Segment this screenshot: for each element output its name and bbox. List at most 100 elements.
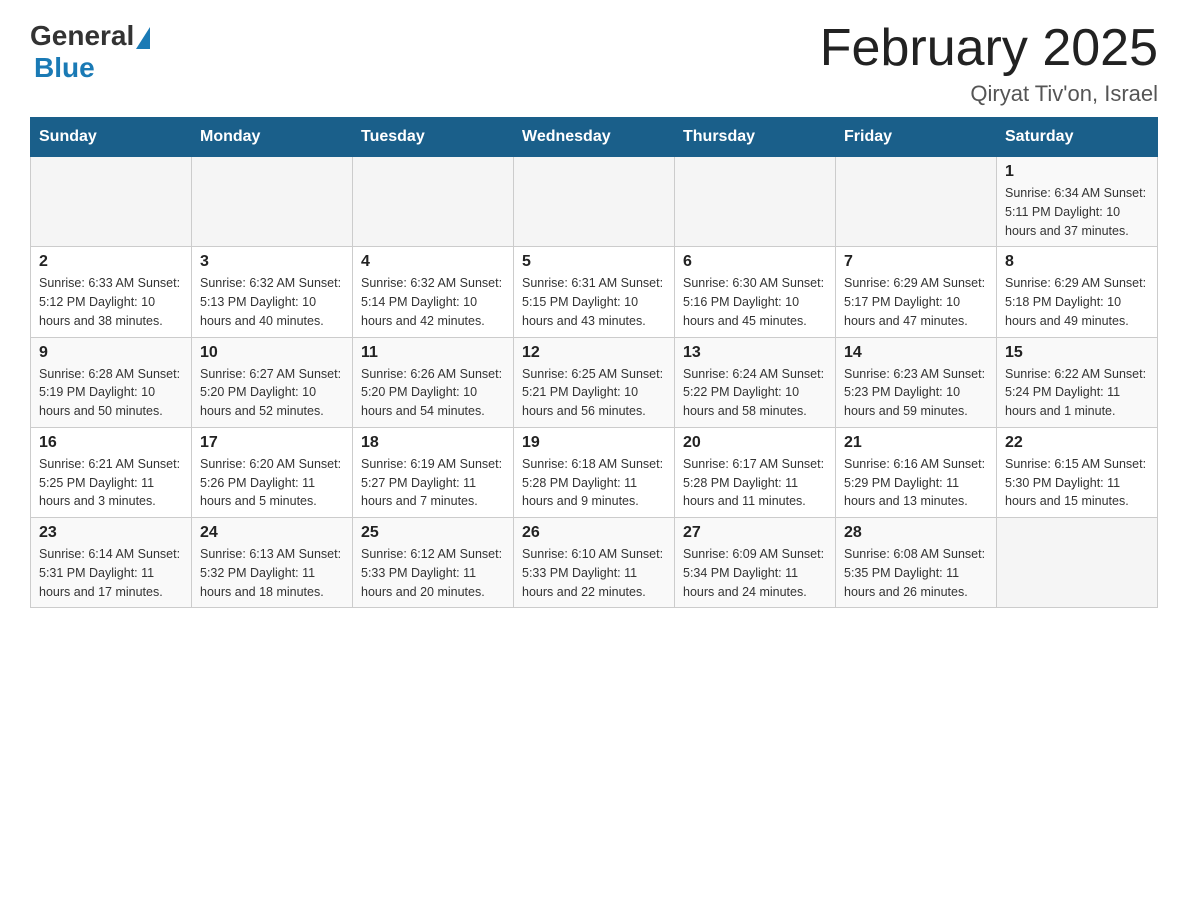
day-info: Sunrise: 6:26 AM Sunset: 5:20 PM Dayligh… [361, 365, 505, 421]
calendar-subtitle: Qiryat Tiv'on, Israel [820, 81, 1158, 107]
day-info: Sunrise: 6:21 AM Sunset: 5:25 PM Dayligh… [39, 455, 183, 511]
calendar-week-4: 16 Sunrise: 6:21 AM Sunset: 5:25 PM Dayli… [31, 427, 1158, 517]
title-area: February 2025 Qiryat Tiv'on, Israel [820, 20, 1158, 107]
calendar-week-5: 23 Sunrise: 6:14 AM Sunset: 5:31 PM Dayli… [31, 518, 1158, 608]
calendar-cell: 16 Sunrise: 6:21 AM Sunset: 5:25 PM Dayli… [31, 427, 192, 517]
calendar-cell: 6 Sunrise: 6:30 AM Sunset: 5:16 PM Daylig… [675, 247, 836, 337]
day-headers-row: SundayMondayTuesdayWednesdayThursdayFrid… [31, 118, 1158, 157]
calendar-week-1: 1 Sunrise: 6:34 AM Sunset: 5:11 PM Daylig… [31, 157, 1158, 247]
day-info: Sunrise: 6:30 AM Sunset: 5:16 PM Dayligh… [683, 274, 827, 330]
calendar-cell: 9Sunrise: 6:28 AM Sunset: 5:19 PM Daylig… [31, 337, 192, 427]
calendar-cell: 27 Sunrise: 6:09 AM Sunset: 5:34 PM Dayli… [675, 518, 836, 608]
day-number: 6 [683, 253, 827, 271]
day-number: 7 [844, 253, 988, 271]
day-header-sunday: Sunday [31, 118, 192, 157]
day-header-friday: Friday [836, 118, 997, 157]
calendar-cell [997, 518, 1158, 608]
calendar-cell: 3 Sunrise: 6:32 AM Sunset: 5:13 PM Daylig… [192, 247, 353, 337]
day-number: 25 [361, 524, 505, 542]
logo: General Blue [30, 20, 150, 84]
day-info: Sunrise: 6:33 AM Sunset: 5:12 PM Dayligh… [39, 274, 183, 330]
calendar-cell [353, 157, 514, 247]
day-info: Sunrise: 6:31 AM Sunset: 5:15 PM Dayligh… [522, 274, 666, 330]
day-number: 11 [361, 344, 505, 362]
day-number: 23 [39, 524, 183, 542]
calendar-cell: 10Sunrise: 6:27 AM Sunset: 5:20 PM Dayli… [192, 337, 353, 427]
day-number: 17 [200, 434, 344, 452]
day-info: Sunrise: 6:27 AM Sunset: 5:20 PM Dayligh… [200, 365, 344, 421]
logo-blue-text: Blue [34, 52, 95, 84]
day-info: Sunrise: 6:32 AM Sunset: 5:13 PM Dayligh… [200, 274, 344, 330]
day-number: 16 [39, 434, 183, 452]
calendar-header: SundayMondayTuesdayWednesdayThursdayFrid… [31, 118, 1158, 157]
calendar-cell: 15Sunrise: 6:22 AM Sunset: 5:24 PM Dayli… [997, 337, 1158, 427]
day-number: 3 [200, 253, 344, 271]
day-number: 12 [522, 344, 666, 362]
calendar-cell: 17 Sunrise: 6:20 AM Sunset: 5:26 PM Dayli… [192, 427, 353, 517]
calendar-body: 1 Sunrise: 6:34 AM Sunset: 5:11 PM Daylig… [31, 157, 1158, 608]
day-number: 9 [39, 344, 183, 362]
calendar-cell: 4Sunrise: 6:32 AM Sunset: 5:14 PM Daylig… [353, 247, 514, 337]
day-info: Sunrise: 6:25 AM Sunset: 5:21 PM Dayligh… [522, 365, 666, 421]
day-info: Sunrise: 6:22 AM Sunset: 5:24 PM Dayligh… [1005, 365, 1149, 421]
calendar-cell: 5 Sunrise: 6:31 AM Sunset: 5:15 PM Daylig… [514, 247, 675, 337]
calendar-cell: 23 Sunrise: 6:14 AM Sunset: 5:31 PM Dayli… [31, 518, 192, 608]
calendar-cell: 20 Sunrise: 6:17 AM Sunset: 5:28 PM Dayli… [675, 427, 836, 517]
day-info: Sunrise: 6:17 AM Sunset: 5:28 PM Dayligh… [683, 455, 827, 511]
day-number: 1 [1005, 163, 1149, 181]
day-info: Sunrise: 6:24 AM Sunset: 5:22 PM Dayligh… [683, 365, 827, 421]
day-number: 5 [522, 253, 666, 271]
calendar-cell [675, 157, 836, 247]
calendar-cell: 13Sunrise: 6:24 AM Sunset: 5:22 PM Dayli… [675, 337, 836, 427]
calendar-cell: 12 Sunrise: 6:25 AM Sunset: 5:21 PM Dayli… [514, 337, 675, 427]
day-info: Sunrise: 6:13 AM Sunset: 5:32 PM Dayligh… [200, 545, 344, 601]
calendar-cell: 2Sunrise: 6:33 AM Sunset: 5:12 PM Daylig… [31, 247, 192, 337]
calendar-cell: 22Sunrise: 6:15 AM Sunset: 5:30 PM Dayli… [997, 427, 1158, 517]
day-info: Sunrise: 6:09 AM Sunset: 5:34 PM Dayligh… [683, 545, 827, 601]
calendar-cell: 28 Sunrise: 6:08 AM Sunset: 5:35 PM Dayli… [836, 518, 997, 608]
day-number: 14 [844, 344, 988, 362]
day-number: 8 [1005, 253, 1149, 271]
day-number: 18 [361, 434, 505, 452]
calendar-cell: 8 Sunrise: 6:29 AM Sunset: 5:18 PM Daylig… [997, 247, 1158, 337]
calendar-cell [31, 157, 192, 247]
day-number: 24 [200, 524, 344, 542]
day-info: Sunrise: 6:16 AM Sunset: 5:29 PM Dayligh… [844, 455, 988, 511]
page-header: General Blue February 2025 Qiryat Tiv'on… [30, 20, 1158, 107]
calendar-cell [192, 157, 353, 247]
calendar-cell: 7Sunrise: 6:29 AM Sunset: 5:17 PM Daylig… [836, 247, 997, 337]
day-info: Sunrise: 6:29 AM Sunset: 5:18 PM Dayligh… [1005, 274, 1149, 330]
day-info: Sunrise: 6:08 AM Sunset: 5:35 PM Dayligh… [844, 545, 988, 601]
calendar-week-3: 9Sunrise: 6:28 AM Sunset: 5:19 PM Daylig… [31, 337, 1158, 427]
calendar-cell [836, 157, 997, 247]
calendar-cell: 19 Sunrise: 6:18 AM Sunset: 5:28 PM Dayli… [514, 427, 675, 517]
day-info: Sunrise: 6:18 AM Sunset: 5:28 PM Dayligh… [522, 455, 666, 511]
day-info: Sunrise: 6:15 AM Sunset: 5:30 PM Dayligh… [1005, 455, 1149, 511]
calendar-cell: 11 Sunrise: 6:26 AM Sunset: 5:20 PM Dayli… [353, 337, 514, 427]
calendar-week-2: 2Sunrise: 6:33 AM Sunset: 5:12 PM Daylig… [31, 247, 1158, 337]
day-number: 21 [844, 434, 988, 452]
calendar-table: SundayMondayTuesdayWednesdayThursdayFrid… [30, 117, 1158, 608]
day-header-saturday: Saturday [997, 118, 1158, 157]
logo-triangle-icon [136, 27, 150, 49]
day-info: Sunrise: 6:14 AM Sunset: 5:31 PM Dayligh… [39, 545, 183, 601]
calendar-title: February 2025 [820, 20, 1158, 77]
calendar-cell: 25Sunrise: 6:12 AM Sunset: 5:33 PM Dayli… [353, 518, 514, 608]
day-info: Sunrise: 6:19 AM Sunset: 5:27 PM Dayligh… [361, 455, 505, 511]
day-header-wednesday: Wednesday [514, 118, 675, 157]
day-info: Sunrise: 6:32 AM Sunset: 5:14 PM Dayligh… [361, 274, 505, 330]
day-number: 19 [522, 434, 666, 452]
day-number: 20 [683, 434, 827, 452]
day-number: 28 [844, 524, 988, 542]
day-number: 26 [522, 524, 666, 542]
day-info: Sunrise: 6:20 AM Sunset: 5:26 PM Dayligh… [200, 455, 344, 511]
day-header-monday: Monday [192, 118, 353, 157]
day-info: Sunrise: 6:34 AM Sunset: 5:11 PM Dayligh… [1005, 184, 1149, 240]
day-number: 27 [683, 524, 827, 542]
calendar-cell: 21 Sunrise: 6:16 AM Sunset: 5:29 PM Dayli… [836, 427, 997, 517]
calendar-cell [514, 157, 675, 247]
calendar-cell: 26Sunrise: 6:10 AM Sunset: 5:33 PM Dayli… [514, 518, 675, 608]
logo-general-text: General [30, 20, 134, 52]
day-info: Sunrise: 6:23 AM Sunset: 5:23 PM Dayligh… [844, 365, 988, 421]
calendar-cell: 14 Sunrise: 6:23 AM Sunset: 5:23 PM Dayli… [836, 337, 997, 427]
